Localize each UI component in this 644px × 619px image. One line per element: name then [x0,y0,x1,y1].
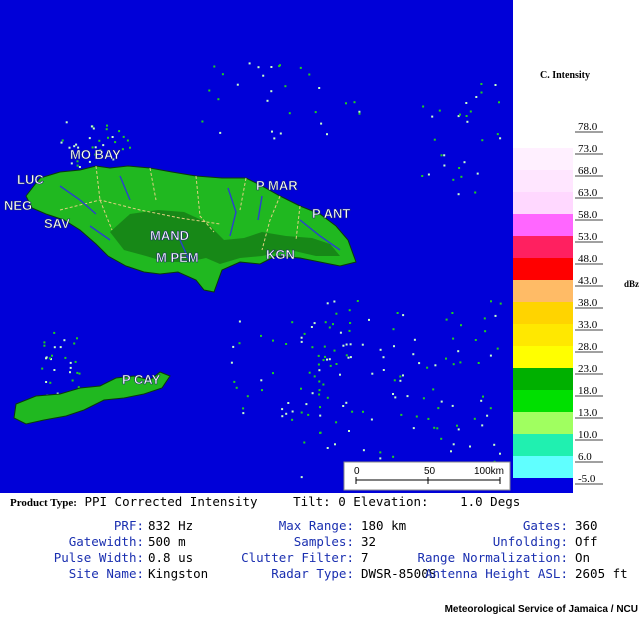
samples-value: 32 [361,534,377,549]
scale-tick-50: 50 [424,466,436,477]
legend-label-4: 58.0 [578,209,598,221]
unfolding-value: Off [575,534,598,549]
gates-label: Gates: [522,518,568,533]
param-row-3: Pulse Width: 0.8 us Clutter Filter: 7 Ra… [0,550,644,566]
legend-label-9: 33.0 [578,319,598,331]
site-name-value: Kingston [148,566,209,581]
range-normalization-label: Range Normalization: [417,550,568,565]
label-mand: MAND [150,228,189,243]
legend-swatch-1 [513,148,573,170]
legend-swatch-10 [513,346,573,368]
clutter-filter-label: Clutter Filter: [241,550,354,565]
unfolding-label: Unfolding: [492,534,568,549]
legend-scale: 78.0 73.0 68.0 63.0 58.0 53.0 48.0 43.0 38.0 33.0… [513,121,603,493]
legend-label-15: 6.0 [578,451,592,463]
scale-tick-100: 100km [474,466,504,477]
product-type-line: Product Type: PPI Corrected Intensity Ti… [10,494,520,509]
legend-swatch-0 [513,126,573,148]
legend-label-11: 23.0 [578,363,598,375]
gatewidth-label: Gatewidth: [68,534,144,549]
gatewidth-value: 500 m [148,534,186,549]
label-pmar: P MAR [256,178,298,193]
credit-text: Meteorological Service of Jamaica / NCU [444,604,638,615]
antenna-height-label: Antenna Height ASL: [425,566,568,581]
param-row-1: PRF: 832 Hz Max Range: 180 km Gates: 360 [0,518,644,534]
label-mpem: M PEM [156,250,199,265]
scale-bar: 0 50 100km [343,461,511,491]
product-type-label: Product Type: [10,497,77,509]
pulse-width-label: Pulse Width: [53,550,144,565]
legend-swatch-11 [513,368,573,390]
legend-label-6: 48.0 [578,253,598,265]
legend-swatch-2 [513,170,573,192]
label-neg: NEG [4,198,32,213]
legend-swatch-12 [513,390,573,412]
legend-label-14: 10.0 [578,429,598,441]
legend-label-1: 73.0 [578,143,598,155]
antenna-height-value: 2605 ft [575,566,628,581]
label-pant: P ANT [312,206,350,221]
legend-swatch-16 [513,478,573,493]
param-row-4: Site Name: Kingston Radar Type: DWSR-850… [0,566,644,582]
legend-label-16: -5.0 [578,473,596,485]
legend-swatch-6 [513,258,573,280]
legend-swatch-14 [513,434,573,456]
clutter-filter-value: 7 [361,550,369,565]
label-mobay: MO BAY [70,147,121,162]
legend-swatch-3 [513,192,573,214]
scale-tick-0: 0 [354,466,360,477]
legend-label-0: 78.0 [578,121,598,133]
param-row-2: Gatewidth: 500 m Samples: 32 Unfolding: … [0,534,644,550]
pulse-width-value: 0.8 us [148,550,194,565]
product-type-value: PPI Corrected Intensity [84,494,258,509]
legend-label-7: 43.0 [578,275,598,287]
legend-label-8: 38.0 [578,297,598,309]
legend-label-13: 13.0 [578,407,598,419]
range-normalization-value: On [575,550,591,565]
radar-type-label: Radar Type: [271,566,354,581]
prf-label: PRF: [113,518,144,533]
label-luc: LUC [17,172,44,187]
legend-label-10: 28.0 [578,341,598,353]
max-range-value: 180 km [361,518,407,533]
max-range-label: Max Range: [278,518,354,533]
elevation-value: 1.0 Degs [460,494,521,509]
label-kgn: KGN [266,247,295,262]
legend-swatch-4 [513,214,573,236]
legend-label-12: 18.0 [578,385,598,397]
tilt-label: Tilt: 0 Elevation: [293,494,429,509]
legend-swatch-9 [513,324,573,346]
legend-swatch-5 [513,236,573,258]
prf-value: 832 Hz [148,518,194,533]
legend-swatch-7 [513,280,573,302]
legend-label-5: 53.0 [578,231,598,243]
legend-swatch-15 [513,456,573,478]
radar-map: MO BAY LUC NEG SAV P MAR P ANT MAND M PE… [0,0,513,493]
label-sav: SAV [44,216,70,231]
label-pcay: P CAY [122,372,161,387]
site-name-label: Site Name: [68,566,144,581]
legend-label-3: 63.0 [578,187,598,199]
legend-swatch-13 [513,412,573,434]
gates-value: 360 [575,518,598,533]
samples-label: Samples: [293,534,354,549]
legend-swatch-8 [513,302,573,324]
legend-label-2: 68.0 [578,165,598,177]
